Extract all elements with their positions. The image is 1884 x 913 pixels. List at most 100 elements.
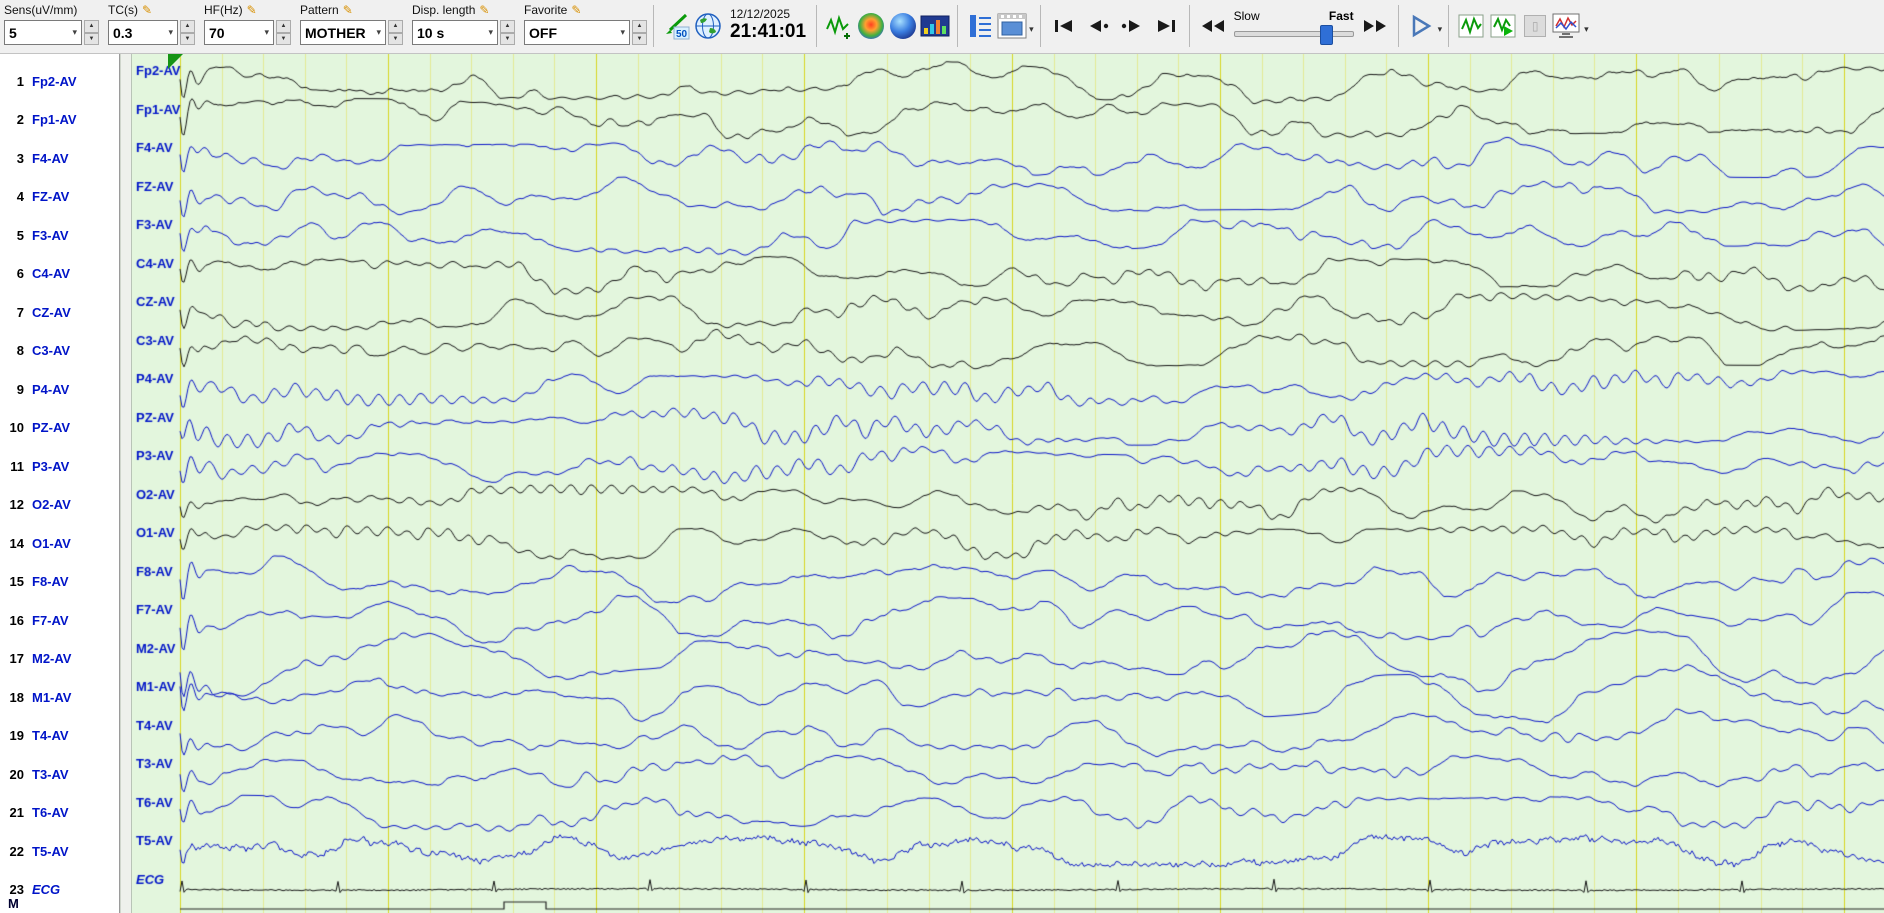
chevron-down-icon: ▾ [168,27,173,37]
annotation-list-button[interactable] [964,10,996,42]
play-button[interactable] [1405,10,1437,42]
hf-combobox[interactable]: 70 ▾ [204,20,274,45]
slow-label: Slow [1233,9,1260,23]
sens-combobox[interactable]: 5 ▾ [4,20,82,45]
head-sphere-button[interactable] [887,10,919,42]
sens-spin-down-button[interactable]: ▼ [84,32,99,45]
channel-label-F7-AV[interactable]: F7-AV [32,613,69,628]
hf-spin-down-button[interactable]: ▼ [276,32,291,45]
toolbar-separator [816,5,818,47]
step-forward-button[interactable] [1115,11,1149,41]
pattern-spin-up-button[interactable]: ▲ [388,20,403,33]
play-options-chevron-icon[interactable]: ▾ [1438,24,1443,35]
montage-start-marker-icon [168,54,183,69]
toolbar-separator [957,5,959,47]
tc-combobox[interactable]: 0.3 ▾ [108,20,178,45]
toolbar-separator [1039,5,1041,47]
channel-label-F3-AV[interactable]: F3-AV [32,228,69,243]
tc-label-row: TC(s) ✎ [108,2,195,18]
channel-label-C3-AV[interactable]: C3-AV [32,343,70,358]
favorite-spin-up-button[interactable]: ▲ [632,20,647,33]
channel-label-ECG[interactable]: ECG [32,882,60,897]
speed-slider-handle[interactable] [1319,25,1333,45]
channel-label-FZ-AV[interactable]: FZ-AV [32,189,69,204]
channel-label-T3-AV[interactable]: T3-AV [32,767,69,782]
speed-slider-track[interactable] [1233,25,1354,45]
notch-filter-button[interactable]: 50 [660,10,692,42]
sens-spin-up-button[interactable]: ▲ [84,20,99,33]
hf-value: 70 [209,24,225,41]
channel-row-T4-AV: 19 T4-AV [0,726,119,746]
channel-label-PZ-AV[interactable]: PZ-AV [32,420,70,435]
vertical-scrollbar[interactable] [120,54,132,913]
channel-label-P4-AV[interactable]: P4-AV [32,382,69,397]
channel-label-M1-AV[interactable]: M1-AV [32,690,71,705]
main-toolbar: Sens(uV/mm) 5 ▾ ▲ ▼ TC(s) ✎ 0.3 ▾ ▲ ▼ HF(Hz) ✎ 70 ▾ ▲ ▼ P… [0,0,1884,54]
speed-slider-group: Slow Fast [1230,9,1358,45]
disp-length-spin-up-button[interactable]: ▲ [500,20,515,33]
channel-label-F4-AV[interactable]: F4-AV [32,151,69,166]
channel-label-P3-AV[interactable]: P3-AV [32,459,69,474]
review-wave-icon [1458,14,1484,38]
pattern-spin-down-button[interactable]: ▼ [388,32,403,45]
review-wave-button[interactable] [1455,10,1487,42]
tc-control-row: 0.3 ▾ ▲ ▼ [108,20,195,45]
brain-map-button[interactable] [855,10,887,42]
pattern-combobox[interactable]: MOTHER ▾ [300,20,386,45]
hf-edit-pencil-icon[interactable]: ✎ [247,3,257,17]
channel-row-F3-AV: 5 F3-AV [0,225,119,245]
trend-screen-button[interactable] [919,10,951,42]
channel-label-T4-AV[interactable]: T4-AV [32,728,69,743]
step-back-button[interactable] [1081,11,1115,41]
disp-length-edit-pencil-icon[interactable]: ✎ [479,3,489,17]
channel-label-CZ-AV[interactable]: CZ-AV [32,305,71,320]
channel-label-M2-AV[interactable]: M2-AV [32,651,71,666]
map-globe-button[interactable] [692,10,724,42]
disp-length-spin-down-button[interactable]: ▼ [500,32,515,45]
channel-label-C4-AV[interactable]: C4-AV [32,266,70,281]
tc-spin-down-button[interactable]: ▼ [180,32,195,45]
favorite-control-row: OFF ▾ ▲ ▼ [524,20,647,45]
tc-value: 0.3 [113,24,133,41]
pattern-edit-pencil-icon[interactable]: ✎ [343,3,353,17]
video-frame-button[interactable] [996,10,1028,42]
brain-map-icon [858,13,885,39]
channel-number: 6 [16,266,24,281]
channel-label-F8-AV[interactable]: F8-AV [32,574,69,589]
disp-length-combobox[interactable]: 10 s ▾ [412,20,498,45]
review-play-button[interactable] [1487,10,1519,42]
favorite-combobox[interactable]: OFF ▾ [524,20,630,45]
channel-row-T3-AV: 20 T3-AV [0,764,119,784]
add-waveform-button[interactable] [823,10,855,42]
settings-chevron-icon[interactable]: ▾ [1584,24,1589,35]
goto-start-button[interactable] [1047,11,1081,41]
goto-end-button[interactable] [1149,11,1183,41]
eeg-waveform-canvas[interactable] [132,54,1884,913]
time-display: 21:41:01 [730,21,807,43]
monitor-settings-button[interactable] [1551,10,1583,42]
fast-forward-button[interactable] [1358,11,1392,41]
tc-spin-up-button[interactable]: ▲ [180,20,195,33]
channel-label-T5-AV[interactable]: T5-AV [32,844,69,859]
channel-number: 23 [9,882,24,897]
fast-backward-button[interactable] [1196,11,1230,41]
channel-label-Fp2-AV[interactable]: Fp2-AV [32,74,77,89]
channel-number: 18 [9,689,24,705]
video-options-chevron-icon[interactable]: ▾ [1029,24,1034,35]
tc-edit-pencil-icon[interactable]: ✎ [142,3,152,17]
channel-row-F4-AV: 3 F4-AV [0,148,119,168]
channel-row-ECG: 23 ECG [0,880,119,900]
hf-control-row: 70 ▾ ▲ ▼ [204,20,291,45]
favorite-spin-down-button[interactable]: ▼ [632,32,647,45]
favorite-edit-pencil-icon[interactable]: ✎ [571,3,581,17]
step-back-icon [1089,20,1108,32]
toolbar-separator [653,5,654,47]
channel-label-O1-AV[interactable]: O1-AV [32,536,71,551]
channel-label-O2-AV[interactable]: O2-AV [32,497,71,512]
hf-spin-up-button[interactable]: ▲ [276,20,291,33]
tc-label: TC(s) [108,3,138,17]
date-display: 12/12/2025 [730,7,791,21]
channel-label-T6-AV[interactable]: T6-AV [32,805,69,820]
channel-row-PZ-AV: 10 PZ-AV [0,418,119,438]
channel-label-Fp1-AV[interactable]: Fp1-AV [32,112,77,127]
